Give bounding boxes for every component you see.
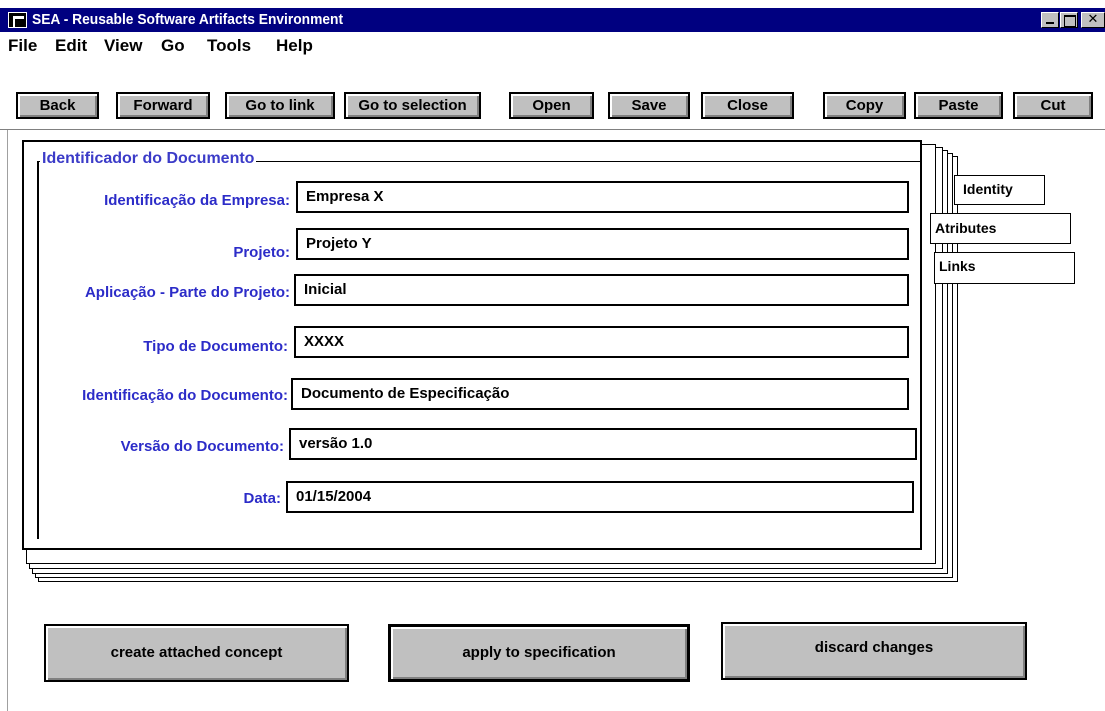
field-label-empresa: Identificação da Empresa: (104, 192, 290, 209)
copy-button[interactable]: Copy (823, 92, 906, 119)
menu-go[interactable]: Go (161, 36, 185, 56)
maximize-icon[interactable] (1060, 12, 1078, 28)
left-border (0, 130, 8, 711)
menu-file[interactable]: File (8, 36, 37, 56)
menu-bar: File Edit View Go Tools Help (0, 32, 1105, 62)
field-label-identificacao: Identificação do Documento: (82, 387, 288, 404)
back-button[interactable]: Back (16, 92, 99, 119)
documento-field[interactable]: Documento de Especificação (291, 378, 909, 410)
title-bar: SEA - Reusable Software Artifacts Enviro… (0, 8, 1105, 32)
data-field[interactable]: 01/15/2004 (286, 481, 914, 513)
projeto-field[interactable]: Projeto Y (296, 228, 909, 260)
tab-links[interactable]: Links (934, 252, 1075, 284)
discard-changes-button[interactable]: discard changes (721, 622, 1027, 680)
menu-edit[interactable]: Edit (55, 36, 87, 56)
field-label-data: Data: (243, 490, 281, 507)
aplicacao-field[interactable]: Inicial (294, 274, 909, 306)
apply-to-specification-button[interactable]: apply to specification (388, 624, 690, 682)
minimize-icon[interactable] (1041, 12, 1059, 28)
group-title: Identificador do Documento (40, 150, 257, 168)
field-label-projeto: Projeto: (233, 244, 290, 261)
forward-button[interactable]: Forward (116, 92, 210, 119)
paste-button[interactable]: Paste (914, 92, 1003, 119)
window-title: SEA - Reusable Software Artifacts Enviro… (32, 11, 344, 28)
close-icon[interactable]: ✕ (1081, 12, 1105, 28)
menu-view[interactable]: View (104, 36, 142, 56)
create-attached-concept-button[interactable]: create attached concept (44, 624, 349, 682)
field-label-aplicacao: Aplicação - Parte do Projeto: (84, 284, 290, 301)
go-to-link-button[interactable]: Go to link (225, 92, 335, 119)
field-label-tipo: Tipo de Documento: (143, 338, 288, 355)
tipo-field[interactable]: XXXX (294, 326, 909, 358)
field-label-versao: Versão do Documento: (120, 438, 284, 455)
empresa-field[interactable]: Empresa X (296, 181, 909, 213)
tab-identity[interactable]: Identity (954, 175, 1045, 205)
cut-button[interactable]: Cut (1013, 92, 1093, 119)
tab-atributes[interactable]: Atributes (930, 213, 1071, 244)
menu-help[interactable]: Help (276, 36, 313, 56)
save-button[interactable]: Save (608, 92, 690, 119)
menu-tools[interactable]: Tools (207, 36, 251, 56)
app-icon[interactable] (8, 12, 27, 28)
versao-field[interactable]: versão 1.0 (289, 428, 917, 460)
open-button[interactable]: Open (509, 92, 594, 119)
close-button[interactable]: Close (701, 92, 794, 119)
go-to-selection-button[interactable]: Go to selection (344, 92, 481, 119)
toolbar: Back Forward Go to link Go to selection … (0, 62, 1105, 130)
